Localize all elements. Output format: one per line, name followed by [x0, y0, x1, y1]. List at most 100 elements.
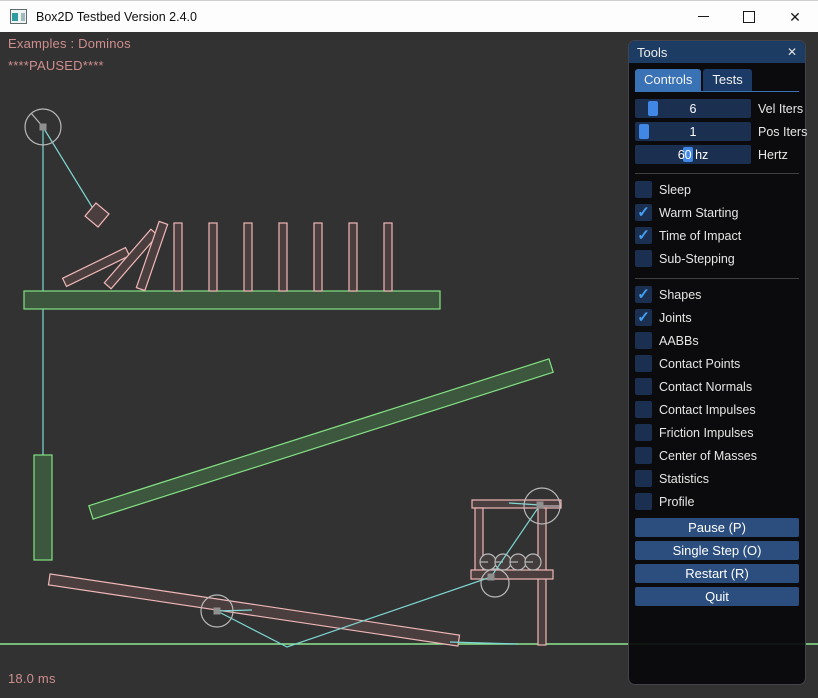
checkbox-contact-impulses[interactable] [635, 401, 652, 418]
pos-iters-slider[interactable]: 1 [635, 122, 751, 141]
checkbox-label-warm-starting: Warm Starting [659, 206, 738, 220]
hertz-label: Hertz [758, 148, 788, 162]
checkbox-label-time-of-impact: Time of Impact [659, 229, 741, 243]
checkbox-row-aabbs: AABBs [635, 332, 799, 349]
example-label: Examples : Dominos [8, 36, 131, 51]
scene-domino-7 [384, 223, 392, 291]
tab-bar: ControlsTests [635, 68, 799, 92]
tab-tests[interactable]: Tests [703, 69, 751, 91]
checkbox-label-contact-points: Contact Points [659, 357, 740, 371]
checkbox-row-contact-normals: Contact Normals [635, 378, 799, 395]
checkbox-contact-points[interactable] [635, 355, 652, 372]
close-icon: ✕ [789, 10, 801, 24]
checkbox-row-warm-starting: ✓ Warm Starting [635, 204, 799, 221]
hertz-row: 60 hz Hertz [635, 145, 799, 164]
window-controls: ✕ [680, 1, 818, 32]
checkbox-label-sleep: Sleep [659, 183, 691, 197]
scene-domino-5 [314, 223, 322, 291]
checkbox-group-draw: ✓ Shapes ✓ Joints AABBs Contact Points Contact… [635, 286, 799, 516]
vel-iters-slider[interactable]: 6 [635, 99, 751, 118]
checkbox-row-sub-stepping: Sub-Stepping [635, 250, 799, 267]
simulation-area: Examples : Dominos ****PAUSED**** 18.0 m… [0, 32, 818, 698]
single-step-o-button[interactable]: Single Step (O) [635, 541, 799, 560]
checkbox-aabbs[interactable] [635, 332, 652, 349]
checkbox-friction-impulses[interactable] [635, 424, 652, 441]
checkbox-row-time-of-impact: ✓ Time of Impact [635, 227, 799, 244]
scene-vertical-plank [34, 455, 52, 560]
checkbox-label-friction-impulses: Friction Impulses [659, 426, 753, 440]
checkbox-sub-stepping[interactable] [635, 250, 652, 267]
scene-domino-1 [174, 223, 182, 291]
checkbox-label-center-of-masses: Center of Masses [659, 449, 757, 463]
pos-iters-label: Pos Iters [758, 125, 807, 139]
checkbox-shapes[interactable]: ✓ [635, 286, 652, 303]
close-button[interactable]: ✕ [772, 1, 818, 32]
checkbox-warm-starting[interactable]: ✓ [635, 204, 652, 221]
checkbox-label-statistics: Statistics [659, 472, 709, 486]
scene-domino-3 [244, 223, 252, 291]
checkbox-sleep[interactable] [635, 181, 652, 198]
checkbox-row-contact-impulses: Contact Impulses [635, 401, 799, 418]
scene-anchor-frame [488, 574, 495, 581]
scene-anchor-pendulum [40, 124, 47, 131]
pos-iters-row: 1Pos Iters [635, 122, 799, 141]
frame-time-label: 18.0 ms [8, 671, 56, 686]
paused-label: ****PAUSED**** [8, 58, 104, 73]
pos-iters-value: 1 [635, 122, 751, 141]
button-section: Pause (P) Single Step (O) Restart (R) Quit [635, 518, 799, 610]
checkbox-statistics[interactable] [635, 470, 652, 487]
checkbox-label-contact-impulses: Contact Impulses [659, 403, 756, 417]
scene-pendulum-bob [85, 203, 109, 227]
checkbox-label-aabbs: AABBs [659, 334, 699, 348]
checkbox-group-solver: Sleep ✓ Warm Starting ✓ Time of Impact Sub-St… [635, 181, 799, 273]
checkbox-row-friction-impulses: Friction Impulses [635, 424, 799, 441]
slider-section: 6Vel Iters 1Pos Iters 60 hz Hertz [635, 99, 799, 168]
checkbox-label-sub-stepping: Sub-Stepping [659, 252, 735, 266]
checkbox-row-shapes: ✓ Shapes [635, 286, 799, 303]
checkbox-row-center-of-masses: Center of Masses [635, 447, 799, 464]
tools-panel-title: Tools [637, 45, 667, 60]
minimize-icon [698, 16, 709, 17]
checkbox-contact-normals[interactable] [635, 378, 652, 395]
scene-tilted-plank [89, 359, 553, 519]
scene-domino-4 [279, 223, 287, 291]
vel-iters-row: 6Vel Iters [635, 99, 799, 118]
hertz-slider[interactable]: 60 hz [635, 145, 751, 164]
checkbox-row-contact-points: Contact Points [635, 355, 799, 372]
scene-domino-2 [209, 223, 217, 291]
maximize-button[interactable] [726, 1, 772, 32]
scene-platform [24, 291, 440, 309]
checkbox-label-contact-normals: Contact Normals [659, 380, 752, 394]
titlebar: Box2D Testbed Version 2.4.0 ✕ [0, 0, 818, 32]
checkbox-row-joints: ✓ Joints [635, 309, 799, 326]
checkbox-center-of-masses[interactable] [635, 447, 652, 464]
checkbox-profile[interactable] [635, 493, 652, 510]
separator [635, 173, 799, 174]
check-icon: ✓ [637, 310, 650, 325]
quit-button[interactable]: Quit [635, 587, 799, 606]
hertz-value: 60 hz [635, 145, 751, 164]
panel-close-icon[interactable]: ✕ [787, 46, 797, 58]
checkbox-time-of-impact[interactable]: ✓ [635, 227, 652, 244]
check-icon: ✓ [637, 228, 650, 243]
checkbox-joints[interactable]: ✓ [635, 309, 652, 326]
vel-iters-label: Vel Iters [758, 102, 803, 116]
minimize-button[interactable] [680, 1, 726, 32]
pause-p-button[interactable]: Pause (P) [635, 518, 799, 537]
scene-seesaw-plank [48, 574, 459, 646]
scene-anchor-plank [214, 608, 221, 615]
vel-iters-value: 6 [635, 99, 751, 118]
tab-controls[interactable]: Controls [635, 69, 701, 91]
tools-panel-titlebar[interactable]: Tools ✕ [629, 41, 805, 63]
tools-panel-body: ControlsTests 6Vel Iters1Pos Iters60 hzH… [629, 63, 805, 684]
check-icon: ✓ [637, 205, 650, 220]
separator [635, 278, 799, 279]
restart-r-button[interactable]: Restart (R) [635, 564, 799, 583]
checkbox-row-profile: Profile [635, 493, 799, 510]
checkbox-label-joints: Joints [659, 311, 692, 325]
checkbox-label-profile: Profile [659, 495, 694, 509]
scene-domino-6 [349, 223, 357, 291]
checkbox-label-shapes: Shapes [659, 288, 701, 302]
scene-anchor-top [537, 502, 544, 509]
check-icon: ✓ [637, 287, 650, 302]
